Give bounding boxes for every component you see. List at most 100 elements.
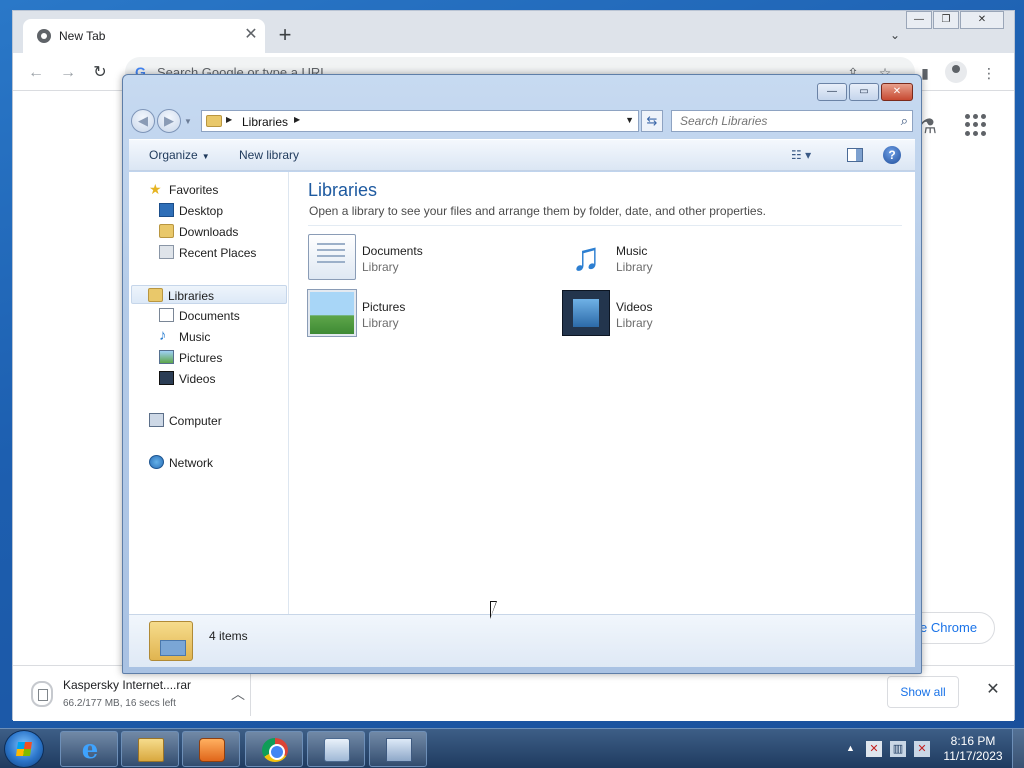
- search-box[interactable]: ⌕: [671, 110, 913, 132]
- chrome-tab-new-tab[interactable]: New Tab ✕: [23, 19, 265, 53]
- library-name: Videos: [616, 300, 653, 314]
- library-tile-music[interactable]: ♫ Music Library: [562, 232, 802, 282]
- nav-downloads[interactable]: Downloads: [133, 222, 289, 241]
- page-subtitle: Open a library to see your files and arr…: [309, 204, 766, 218]
- chrome-window-controls: — ❐ ✕: [905, 11, 1004, 29]
- item-count: 4 items: [209, 629, 248, 643]
- nav-desktop[interactable]: Desktop: [133, 201, 289, 220]
- nav-computer[interactable]: Computer: [133, 411, 289, 430]
- chrome-close-button[interactable]: ✕: [960, 11, 1004, 29]
- show-all-button[interactable]: Show all: [887, 676, 959, 708]
- change-view-icon[interactable]: ☷ ▾: [791, 148, 811, 162]
- nav-network[interactable]: Network: [133, 453, 289, 472]
- preview-pane-icon[interactable]: [847, 148, 863, 162]
- search-input[interactable]: [672, 111, 888, 131]
- explorer-caption-buttons: — ▭ ✕: [817, 83, 913, 101]
- taskbar-media-player[interactable]: [182, 731, 240, 767]
- library-type: Library: [616, 260, 653, 274]
- nav-recent-places-label: Recent Places: [179, 246, 257, 260]
- nav-libraries[interactable]: Libraries: [131, 285, 287, 304]
- library-name: Pictures: [362, 300, 406, 314]
- new-tab-button[interactable]: +: [273, 24, 297, 48]
- search-icon[interactable]: ⌕: [901, 113, 908, 129]
- nav-libraries-label: Libraries: [168, 289, 215, 303]
- nav-documents[interactable]: Documents: [133, 306, 289, 325]
- taskbar-remote-desktop[interactable]: [307, 731, 365, 767]
- nav-favorites[interactable]: ★ Favorites: [133, 180, 289, 199]
- address-dropdown-icon[interactable]: ▼: [625, 115, 634, 125]
- system-tray: ▲ ✕ ▥ ✕ 8:16 PM 11/17/2023: [842, 729, 1024, 768]
- nav-favorites-label: Favorites: [169, 183, 219, 197]
- nav-recent-places[interactable]: Recent Places: [133, 243, 289, 262]
- clock-time: 8:16 PM: [950, 734, 996, 748]
- chrome-tab-strip: New Tab ✕ + ⌄ — ❐ ✕: [13, 11, 1014, 53]
- taskbar-chrome[interactable]: [245, 731, 303, 767]
- library-name: Music: [616, 244, 648, 258]
- recent-places-icon: [159, 245, 174, 259]
- nav-pictures-label: Pictures: [179, 351, 223, 365]
- network-status-icon[interactable]: ▥: [890, 741, 906, 757]
- nav-music-label: Music: [179, 330, 211, 344]
- internet-explorer-icon: e: [81, 735, 99, 765]
- forward-arrow-icon[interactable]: →: [57, 62, 79, 84]
- tab-search-chevron-icon[interactable]: ⌄: [885, 25, 905, 45]
- chevron-up-icon[interactable]: ︿: [231, 684, 245, 704]
- library-tile-videos[interactable]: Videos Library: [562, 288, 802, 338]
- refresh-icon[interactable]: ⇆: [641, 110, 663, 132]
- taskbar: e ▲ ✕ ▥ ✕ 8:16 PM 11/17/2023: [0, 728, 1024, 768]
- mouse-cursor-icon: [490, 601, 497, 619]
- organize-button[interactable]: Organize ▼: [149, 148, 210, 162]
- nav-videos[interactable]: Videos: [133, 369, 289, 388]
- close-tab-icon[interactable]: ✕: [241, 25, 261, 45]
- chrome-minimize-button[interactable]: —: [906, 11, 932, 29]
- volume-muted-icon[interactable]: ✕: [914, 741, 930, 757]
- page-title: Libraries: [308, 180, 378, 200]
- nav-downloads-label: Downloads: [179, 225, 239, 239]
- music-library-icon: ♫: [571, 235, 601, 279]
- desktop-icon: [159, 203, 174, 217]
- recent-pages-chevron-icon[interactable]: ▼: [184, 117, 192, 126]
- address-bar[interactable]: ▶ Libraries ▶ ▼: [201, 110, 639, 132]
- explorer-forward-icon[interactable]: ▶: [157, 109, 181, 133]
- start-button[interactable]: [4, 730, 44, 768]
- documents-icon: [159, 308, 174, 322]
- show-hidden-icons-icon[interactable]: ▲: [846, 743, 855, 753]
- documents-library-icon: [308, 234, 356, 280]
- help-icon[interactable]: ?: [883, 146, 901, 164]
- library-type: Library: [362, 260, 399, 274]
- taskbar-internet-explorer[interactable]: e: [60, 731, 118, 767]
- back-arrow-icon[interactable]: ←: [25, 62, 47, 84]
- network-globe-icon: [149, 455, 164, 469]
- nav-music[interactable]: ♪ Music: [133, 327, 289, 346]
- library-tile-pictures[interactable]: Pictures Library: [307, 288, 548, 338]
- chrome-icon: [262, 738, 288, 762]
- breadcrumb-libraries[interactable]: Libraries: [242, 115, 288, 129]
- nav-pictures[interactable]: Pictures: [133, 348, 289, 367]
- explorer-back-icon[interactable]: ◀: [131, 109, 155, 133]
- profile-avatar-icon[interactable]: [945, 61, 967, 83]
- chrome-restore-button[interactable]: ❐: [933, 11, 959, 29]
- download-file-name: Kaspersky Internet....rar: [63, 678, 192, 692]
- taskbar-on-screen-keyboard[interactable]: [369, 731, 427, 767]
- chrome-tab-title: New Tab: [59, 29, 106, 43]
- reload-icon[interactable]: ↻: [89, 62, 111, 84]
- caret-down-icon: ▼: [201, 152, 210, 161]
- google-apps-icon[interactable]: [965, 114, 987, 136]
- chrome-menu-icon[interactable]: ⋮: [979, 63, 999, 83]
- media-player-icon: [199, 738, 225, 762]
- new-library-button[interactable]: New library: [239, 148, 299, 162]
- download-item[interactable]: Kaspersky Internet....rar 66.2/177 MB, 1…: [25, 672, 251, 716]
- explorer-close-button[interactable]: ✕: [881, 83, 913, 101]
- divider: [308, 225, 902, 226]
- explorer-minimize-button[interactable]: —: [817, 83, 847, 101]
- close-shelf-icon[interactable]: ✕: [983, 680, 1003, 700]
- taskbar-windows-explorer[interactable]: [121, 731, 179, 767]
- breadcrumb-arrow-icon[interactable]: ▶: [294, 115, 300, 124]
- breadcrumb-arrow-icon[interactable]: ▶: [226, 115, 232, 124]
- library-tile-documents[interactable]: Documents Library: [308, 232, 548, 282]
- explorer-maximize-button[interactable]: ▭: [849, 83, 879, 101]
- action-center-flag-icon[interactable]: ✕: [866, 741, 882, 757]
- show-desktop-button[interactable]: [1012, 729, 1024, 768]
- clock[interactable]: 8:16 PM 11/17/2023: [938, 734, 1008, 764]
- library-type: Library: [616, 316, 653, 330]
